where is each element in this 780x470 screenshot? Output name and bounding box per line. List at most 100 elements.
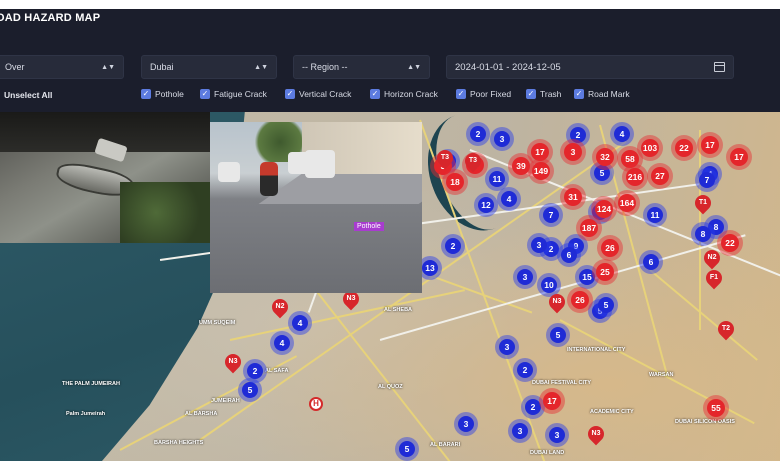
filter-vertical-crack[interactable]: ✓ Vertical Crack	[285, 89, 351, 99]
sort-caret-icon: ▲▼	[254, 63, 268, 71]
map-pin-icon[interactable]: N3	[221, 350, 245, 374]
sort-caret-icon: ▲▼	[407, 63, 421, 71]
cluster-marker-blue[interactable]: 6	[561, 247, 577, 263]
cluster-marker-red[interactable]: 124	[595, 200, 613, 218]
cluster-marker-red[interactable]: 55	[707, 399, 725, 417]
cluster-marker-blue[interactable]: 2	[247, 363, 263, 379]
map-pin-icon[interactable]: T1	[691, 191, 715, 215]
cluster-marker-blue[interactable]: 4	[501, 191, 517, 207]
cluster-marker-red[interactable]: 26	[601, 239, 619, 257]
filter-pothole[interactable]: ✓ Pothole	[141, 89, 184, 99]
cluster-marker-blue[interactable]: 2	[570, 127, 586, 143]
district-label: AL SAFA	[265, 368, 289, 374]
filter-poor-fixed[interactable]: ✓ Poor Fixed	[456, 89, 511, 99]
cluster-marker-red[interactable]: 17	[730, 148, 748, 166]
map-pin-icon[interactable]: T3	[433, 146, 457, 170]
cluster-marker-blue[interactable]: 3	[531, 237, 547, 253]
cluster-marker-blue[interactable]: 5	[550, 327, 566, 343]
mode-select-value: Over	[5, 62, 25, 72]
street-detection-photo: Pothole	[210, 122, 422, 293]
cluster-marker-blue[interactable]: 3	[458, 416, 474, 432]
map-pin-icon[interactable]: T2	[714, 317, 738, 341]
cluster-marker-blue[interactable]: 11	[489, 171, 505, 187]
cluster-marker-blue[interactable]: 2	[517, 362, 533, 378]
cluster-marker-red[interactable]: 22	[675, 139, 693, 157]
filter-trash[interactable]: ✓ Trash	[526, 89, 561, 99]
cluster-marker-blue[interactable]: 3	[549, 427, 565, 443]
cluster-marker-blue[interactable]: 5	[598, 297, 614, 313]
cluster-marker-red[interactable]: 18	[446, 173, 464, 191]
cluster-marker-blue[interactable]: 11	[647, 207, 663, 223]
cluster-marker-blue[interactable]: 2	[445, 238, 461, 254]
calendar-icon[interactable]	[714, 62, 725, 72]
cluster-marker-blue[interactable]: 12	[478, 197, 494, 213]
cluster-marker-blue[interactable]: 3	[499, 339, 515, 355]
filter-fatigue-crack[interactable]: ✓ Fatigue Crack	[200, 89, 267, 99]
cluster-marker-blue[interactable]: 7	[543, 207, 559, 223]
cluster-marker-red[interactable]: 27	[651, 167, 669, 185]
cluster-marker-red[interactable]: 17	[531, 143, 549, 161]
hospital-icon[interactable]: H	[309, 397, 323, 411]
cluster-marker-red[interactable]: 58	[621, 150, 639, 168]
cluster-marker-blue[interactable]: 13	[422, 260, 438, 276]
cluster-marker-red[interactable]: 216	[626, 168, 644, 186]
cluster-marker-blue[interactable]: 10	[541, 277, 557, 293]
checkbox-checked-icon[interactable]: ✓	[285, 89, 295, 99]
checkbox-checked-icon[interactable]: ✓	[574, 89, 584, 99]
pin-label: N3	[591, 430, 601, 437]
cluster-marker-blue[interactable]: 2	[525, 399, 541, 415]
cluster-marker-red[interactable]: 31	[564, 188, 582, 206]
map-pin-icon[interactable]: N3	[545, 290, 569, 314]
cluster-marker-blue[interactable]: 3	[512, 423, 528, 439]
cluster-marker-blue[interactable]: 4	[614, 126, 630, 142]
cluster-marker-blue[interactable]: 8	[695, 226, 711, 242]
unselect-all-button[interactable]: Unselect All	[4, 90, 52, 100]
cluster-marker-red[interactable]: 149	[532, 162, 550, 180]
cluster-marker-blue[interactable]: 15	[579, 269, 595, 285]
cluster-marker-red[interactable]: 3	[564, 143, 582, 161]
cluster-marker-red[interactable]: 17	[543, 392, 561, 410]
region-select[interactable]: -- Region -- ▲▼	[293, 55, 430, 79]
cluster-marker-blue[interactable]: 5	[399, 441, 415, 457]
cluster-marker-blue[interactable]: 5	[594, 165, 610, 181]
filter-horizon-crack[interactable]: ✓ Horizon Crack	[370, 89, 438, 99]
filter-label: Horizon Crack	[384, 89, 438, 99]
map-pin-icon[interactable]: N2	[700, 246, 724, 270]
cluster-marker-red[interactable]: 32	[596, 148, 614, 166]
pin-label: T3	[440, 154, 450, 161]
checkbox-checked-icon[interactable]: ✓	[456, 89, 466, 99]
map-pin-icon[interactable]: N3	[584, 422, 608, 446]
cluster-marker-red[interactable]: 39	[512, 157, 530, 175]
map-pin-icon[interactable]: T3	[461, 149, 485, 173]
cluster-marker-red[interactable]: 22	[721, 234, 739, 252]
cluster-marker-red[interactable]: 17	[701, 136, 719, 154]
date-range-picker[interactable]: 2024-01-01 - 2024-12-05	[446, 55, 734, 79]
cluster-marker-blue[interactable]: 2	[470, 126, 486, 142]
cluster-marker-blue[interactable]: 7	[699, 172, 715, 188]
cluster-marker-red[interactable]: 25	[596, 263, 614, 281]
map-pin-icon[interactable]: N2	[268, 295, 292, 319]
cluster-marker-blue[interactable]: 4	[292, 315, 308, 331]
mode-select[interactable]: Over ▲▼	[0, 55, 124, 79]
checkbox-checked-icon[interactable]: ✓	[526, 89, 536, 99]
cluster-marker-red[interactable]: 187	[580, 219, 598, 237]
map-pin-icon[interactable]: F1	[702, 266, 726, 290]
cluster-marker-red[interactable]: 26	[571, 291, 589, 309]
cluster-marker-blue[interactable]: 5	[242, 382, 258, 398]
district-label: AL BARSHA	[185, 411, 218, 417]
checkbox-checked-icon[interactable]: ✓	[200, 89, 210, 99]
filter-road-mark[interactable]: ✓ Road Mark	[574, 89, 630, 99]
cluster-marker-blue[interactable]: 4	[274, 335, 290, 351]
city-select-value: Dubai	[150, 62, 174, 72]
cluster-marker-blue[interactable]: 6	[643, 254, 659, 270]
checkbox-checked-icon[interactable]: ✓	[141, 89, 151, 99]
city-select[interactable]: Dubai ▲▼	[141, 55, 277, 79]
district-label: DUBAI LAND	[530, 450, 565, 456]
cluster-marker-red[interactable]: 103	[641, 139, 659, 157]
checkbox-checked-icon[interactable]: ✓	[370, 89, 380, 99]
cluster-marker-blue[interactable]: 3	[517, 269, 533, 285]
scooter-rider	[260, 162, 278, 196]
pin-label: T3	[468, 157, 478, 164]
cluster-marker-blue[interactable]: 3	[494, 131, 510, 147]
cluster-marker-red[interactable]: 164	[618, 194, 636, 212]
